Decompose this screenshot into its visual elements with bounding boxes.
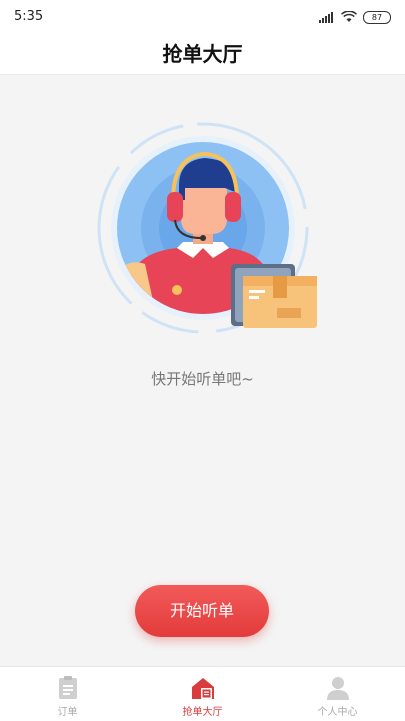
tab-profile[interactable]: 个人中心 (270, 667, 405, 721)
start-listening-button[interactable]: 开始听单 (135, 585, 269, 637)
store-icon (191, 678, 214, 699)
customer-service-illustration (97, 122, 317, 334)
status-icons: 87 (319, 9, 391, 25)
header: 抢单大厅 (0, 34, 405, 75)
wifi-icon (341, 11, 357, 22)
tab-orders[interactable]: 订单 (0, 667, 135, 721)
tab-orders-label: 订单 (57, 707, 78, 718)
signal-icon (319, 11, 333, 23)
battery-icon: 87 (363, 10, 391, 24)
tab-order-hall[interactable]: 抢单大厅 (135, 667, 270, 721)
page-title: 抢单大厅 (162, 42, 243, 66)
person-icon (326, 677, 349, 700)
bottom-tab-bar: 订单 抢单大厅 个人中心 (0, 666, 405, 721)
empty-state-text: 快开始听单吧~ (151, 370, 254, 388)
status-time: 5:35 (14, 9, 44, 24)
tab-order-hall-label: 抢单大厅 (182, 707, 223, 718)
clipboard-icon (58, 676, 77, 699)
tab-profile-label: 个人中心 (317, 707, 358, 718)
status-bar: 5:35 87 (0, 0, 405, 34)
